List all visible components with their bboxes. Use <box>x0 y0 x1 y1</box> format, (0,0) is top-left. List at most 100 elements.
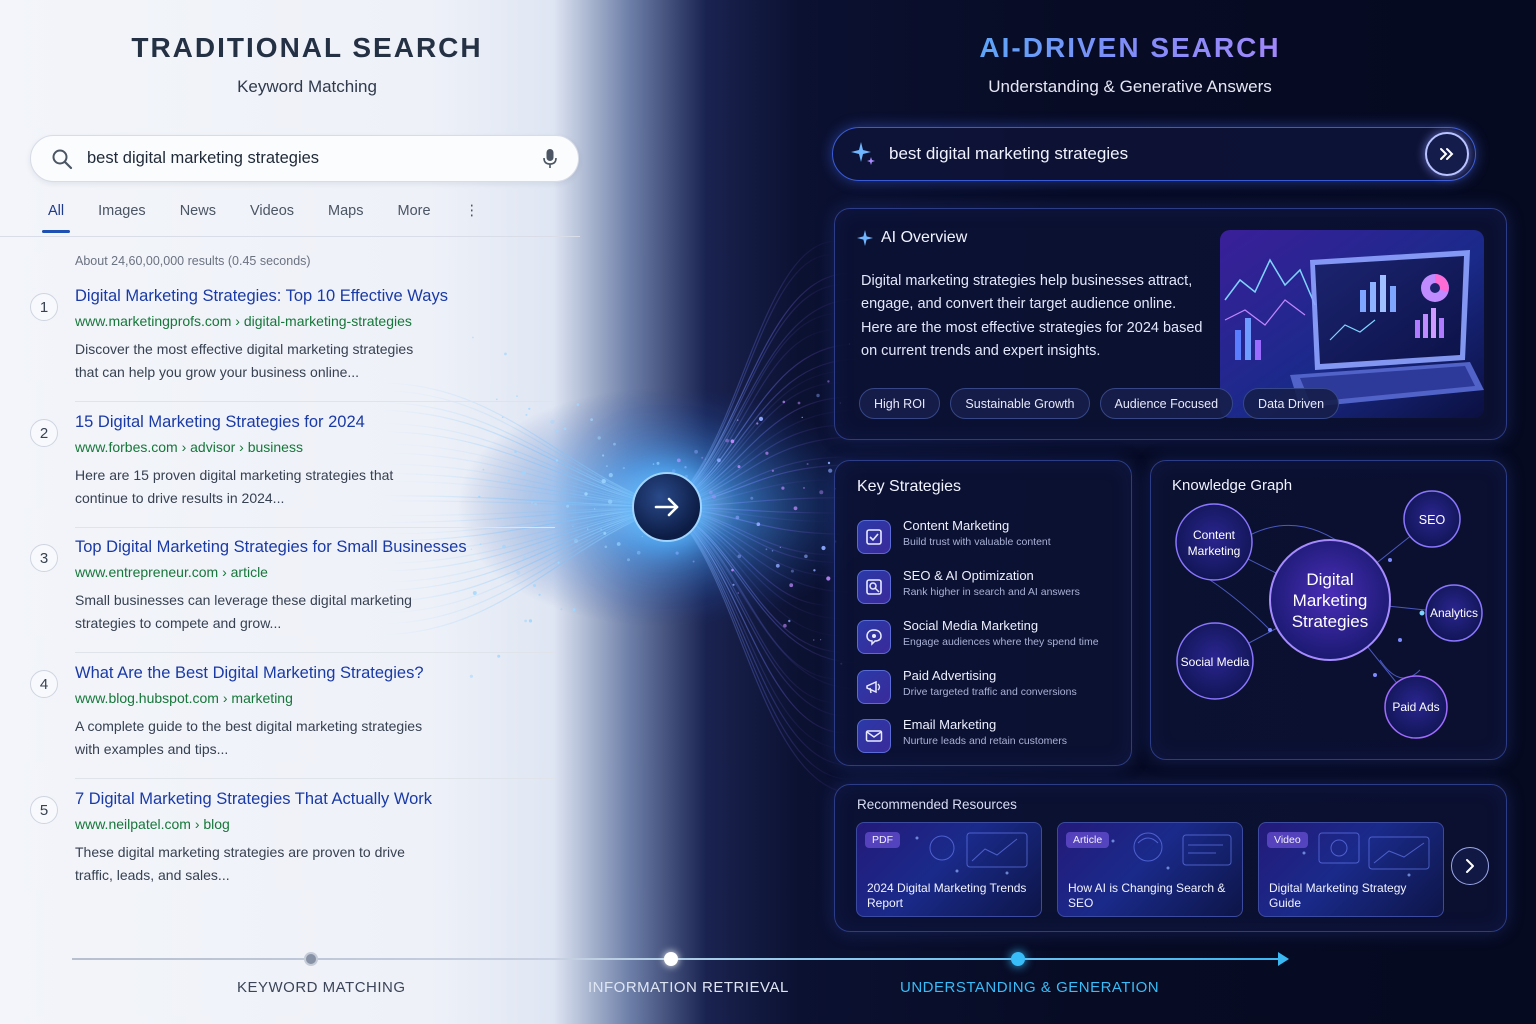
search-tabs: All Images News Videos Maps More ⋮ <box>41 197 480 233</box>
transition-arrow-button <box>632 472 702 542</box>
knowledge-graph-heading: Knowledge Graph <box>1172 477 1293 494</box>
kg-center-label-line2: Marketing <box>1293 591 1368 610</box>
kg-node-seo-label: SEO <box>1419 513 1446 527</box>
resource-card-pdf[interactable]: PDF 2024 Digital Marketing Trends Report <box>856 822 1042 917</box>
timeline-dot-keyword <box>304 952 318 966</box>
kg-node-content-marketing[interactable] <box>1175 503 1253 581</box>
tab-maps[interactable]: Maps <box>328 197 363 233</box>
result-snippet: Small businesses can leverage these digi… <box>75 592 412 631</box>
ai-search-subtitle: Understanding & Generative Answers <box>988 77 1272 96</box>
strategy-desc: Nurture leads and retain customers <box>903 735 1067 747</box>
timeline-label-retrieval: INFORMATION RETRIEVAL <box>588 979 789 996</box>
result-url[interactable]: www.blog.hubspot.com › marketing <box>75 690 293 706</box>
result-number: 4 <box>30 670 58 698</box>
overview-chips: High ROI Sustainable Growth Audience Foc… <box>859 388 1340 419</box>
strategy-desc: Build trust with valuable content <box>903 536 1051 548</box>
strategy-title: Paid Advertising <box>903 668 997 683</box>
strategy-desc: Rank higher in search and AI answers <box>903 586 1080 598</box>
resource-type-badge: PDF <box>865 832 900 848</box>
resource-card-article[interactable]: Article How AI is Changing Search & SEO <box>1057 822 1243 917</box>
chip-data-driven[interactable]: Data Driven <box>1243 388 1340 419</box>
email-icon <box>857 719 891 753</box>
resource-title: Digital Marketing Strategy Guide <box>1269 881 1407 910</box>
resources-next-button[interactable] <box>1451 847 1489 885</box>
resource-type-badge: Article <box>1066 832 1110 848</box>
strategy-desc: Drive targeted traffic and conversions <box>903 686 1077 698</box>
tab-images[interactable]: Images <box>98 197 146 233</box>
ai-search-input[interactable]: best digital marketing strategies <box>889 144 1425 164</box>
result-number: 5 <box>30 796 58 824</box>
traditional-search-subtitle: Keyword Matching <box>237 77 377 96</box>
result-title-link[interactable]: 7 Digital Marketing Strategies That Actu… <box>75 790 432 809</box>
timeline-dot-understanding <box>1011 952 1025 966</box>
recommended-resources-heading: Recommended Resources <box>857 797 1017 812</box>
ai-search-title: AI-DRIVEN SEARCH <box>830 32 1430 64</box>
more-options-icon[interactable]: ⋮ <box>465 197 480 233</box>
kg-center-label-line3: Strategies <box>1292 612 1369 631</box>
result-url[interactable]: www.marketingprofs.com › digital-marketi… <box>75 313 412 329</box>
timeline-dot-retrieval <box>664 952 678 966</box>
result-snippet: Discover the most effective digital mark… <box>75 341 414 380</box>
kg-node-content-line1: Content <box>1193 528 1236 542</box>
tab-more[interactable]: More <box>398 197 431 233</box>
result-divider <box>75 778 555 779</box>
strategy-item-social-media[interactable]: Social Media Marketing Engage audiences … <box>857 618 1127 658</box>
arrow-right-icon <box>654 497 679 517</box>
resource-type-badge: Video <box>1267 832 1308 848</box>
kg-node-social-label: Social Media <box>1181 655 1250 669</box>
strategy-item-content-marketing[interactable]: Content Marketing Build trust with valua… <box>857 518 1127 558</box>
kg-node-analytics-label: Analytics <box>1430 606 1478 620</box>
result-stats: About 24,60,00,000 results (0.45 seconds… <box>75 254 311 268</box>
result-url[interactable]: www.forbes.com › advisor › business <box>75 439 303 455</box>
strategy-title: Content Marketing <box>903 518 1010 533</box>
tabs-divider <box>0 236 580 237</box>
result-divider <box>75 401 555 402</box>
result-title-link[interactable]: Digital Marketing Strategies: Top 10 Eff… <box>75 287 448 306</box>
strategy-title: Social Media Marketing <box>903 618 1039 633</box>
ai-overview-text: Digital marketing strategies help busine… <box>861 273 1203 359</box>
strategy-title: Email Marketing <box>903 717 997 732</box>
strategy-item-email-marketing[interactable]: Email Marketing Nurture leads and retain… <box>857 717 1127 757</box>
tab-videos[interactable]: Videos <box>250 197 294 233</box>
microphone-icon[interactable] <box>542 148 558 170</box>
result-title-link[interactable]: Top Digital Marketing Strategies for Sma… <box>75 538 467 557</box>
result-number: 2 <box>30 419 58 447</box>
resource-card-video[interactable]: Video Digital Marketing Strategy Guide <box>1258 822 1444 917</box>
tab-news[interactable]: News <box>180 197 216 233</box>
chip-audience-focused[interactable]: Audience Focused <box>1099 388 1234 419</box>
traditional-search-title: TRADITIONAL SEARCH <box>131 32 483 63</box>
traditional-search-bar[interactable]: best digital marketing strategies <box>30 135 579 182</box>
kg-node-content-line2: Marketing <box>1188 544 1241 558</box>
result-divider <box>75 652 555 653</box>
traditional-search-input[interactable]: best digital marketing strategies <box>87 149 542 168</box>
ai-overview-heading: AI Overview <box>857 229 967 247</box>
search-icon <box>52 149 73 169</box>
result-snippet: These digital marketing strategies are p… <box>75 844 405 883</box>
content-icon <box>857 520 891 554</box>
result-snippet: A complete guide to the best digital mar… <box>75 718 423 757</box>
chip-high-roi[interactable]: High ROI <box>859 388 941 419</box>
tab-all[interactable]: All <box>41 197 71 233</box>
result-title-link[interactable]: What Are the Best Digital Marketing Stra… <box>75 664 424 683</box>
result-divider <box>75 527 555 528</box>
strategy-item-paid-advertising[interactable]: Paid Advertising Drive targeted traffic … <box>857 668 1127 708</box>
chevron-right-icon <box>1466 859 1474 873</box>
result-snippet: Here are 15 proven digital marketing str… <box>75 467 394 506</box>
social-icon <box>857 620 891 654</box>
result-number: 1 <box>30 293 58 321</box>
ai-search-submit-button[interactable] <box>1425 132 1469 176</box>
ai-search-bar[interactable]: best digital marketing strategies <box>832 127 1476 181</box>
ai-overview-title: AI Overview <box>881 229 968 246</box>
strategy-title: SEO & AI Optimization <box>903 568 1034 583</box>
knowledge-graph-diagram: Digital Marketing Strategies Content Mar… <box>1175 490 1483 739</box>
ads-icon <box>857 670 891 704</box>
chip-sustainable-growth[interactable]: Sustainable Growth <box>950 388 1090 419</box>
resource-title: 2024 Digital Marketing Trends Report <box>867 881 1027 910</box>
result-url[interactable]: www.entrepreneur.com › article <box>75 564 268 580</box>
result-url[interactable]: www.neilpatel.com › blog <box>75 816 230 832</box>
kg-center-label-line1: Digital <box>1306 570 1353 589</box>
strategy-item-seo[interactable]: SEO & AI Optimization Rank higher in sea… <box>857 568 1127 608</box>
result-title-link[interactable]: 15 Digital Marketing Strategies for 2024 <box>75 413 365 432</box>
strategy-desc: Engage audiences where they spend time <box>903 636 1099 648</box>
timeline-arrowhead <box>1278 952 1289 966</box>
